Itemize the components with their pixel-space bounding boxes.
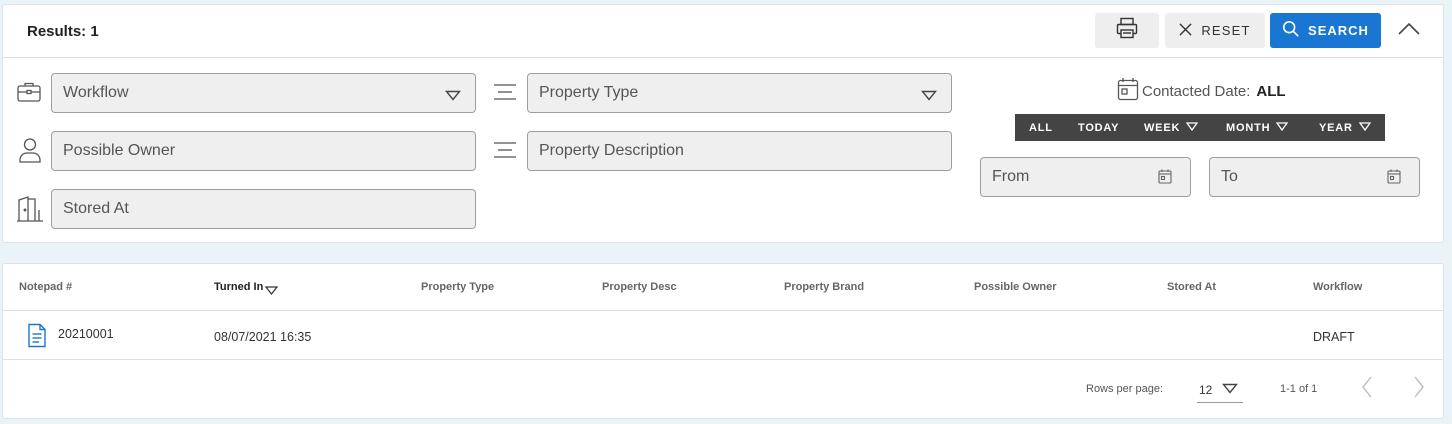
column-header-possible-owner[interactable]: Possible Owner xyxy=(974,281,1057,293)
date-range-tabs: ALL TODAY WEEK MONTH YEAR xyxy=(1015,114,1385,141)
results-table: Notepad # Turned In Property Type Proper… xyxy=(2,263,1444,419)
results-count: Results: 1 xyxy=(27,23,99,40)
print-button[interactable] xyxy=(1095,13,1159,48)
contacted-date-label: Contacted Date: ALL xyxy=(1117,77,1286,105)
column-header-property-type[interactable]: Property Type xyxy=(421,281,494,293)
calendar-icon xyxy=(1158,169,1172,189)
property-type-placeholder: Property Type xyxy=(539,84,639,101)
table-header: Notepad # Turned In Property Type Proper… xyxy=(3,264,1443,311)
briefcase-icon xyxy=(15,78,43,106)
calendar-icon xyxy=(1117,77,1139,105)
property-type-select[interactable]: Property Type xyxy=(527,73,952,113)
workflow-placeholder: Workflow xyxy=(63,84,129,101)
to-date-input[interactable]: To xyxy=(1209,157,1420,197)
chevron-right-icon xyxy=(1413,376,1425,403)
collapse-button[interactable] xyxy=(1395,17,1423,45)
column-header-property-brand[interactable]: Property Brand xyxy=(784,281,864,293)
cell-workflow: DRAFT xyxy=(1313,330,1355,344)
chevron-left-icon xyxy=(1361,376,1373,403)
column-header-turned-in[interactable]: Turned In xyxy=(214,281,279,298)
reset-label: RESET xyxy=(1201,23,1251,38)
rows-per-page-label: Rows per page: xyxy=(1086,383,1164,395)
caret-down-icon xyxy=(1185,122,1199,134)
contacted-date-value: ALL xyxy=(1256,82,1286,100)
door-icon xyxy=(16,195,44,223)
rows-per-page-value: 12 xyxy=(1199,382,1213,397)
document-icon[interactable] xyxy=(27,323,47,351)
column-header-property-desc[interactable]: Property Desc xyxy=(602,281,677,293)
search-button[interactable]: SEARCH xyxy=(1270,13,1381,48)
caret-down-icon xyxy=(921,88,937,106)
search-icon xyxy=(1282,20,1300,41)
column-header-stored-at[interactable]: Stored At xyxy=(1167,281,1216,293)
filter-panel: Results: 1 RESET SEARCH Workflow Propert… xyxy=(2,4,1444,243)
chevron-up-icon xyxy=(1397,22,1421,41)
contacted-date-text: Contacted Date: xyxy=(1142,82,1251,100)
caret-down-icon xyxy=(1222,383,1239,397)
caret-down-icon xyxy=(1276,122,1289,134)
search-label: SEARCH xyxy=(1308,23,1369,38)
next-page-button[interactable] xyxy=(1407,375,1431,403)
pagination: Rows per page: 12 1-1 of 1 xyxy=(3,360,1443,418)
page-range-label: 1-1 of 1 xyxy=(1280,383,1318,395)
caret-down-icon xyxy=(445,88,461,106)
previous-page-button[interactable] xyxy=(1355,375,1379,403)
column-header-notepad[interactable]: Notepad # xyxy=(19,281,72,293)
caret-down-icon xyxy=(265,286,279,298)
date-tab-year[interactable]: YEAR xyxy=(1319,122,1372,134)
close-icon xyxy=(1179,22,1192,39)
table-row[interactable]: 20210001 08/07/2021 16:35 DRAFT xyxy=(3,311,1443,360)
cell-turned-in: 08/07/2021 16:35 xyxy=(214,330,312,344)
property-description-input[interactable]: Property Description xyxy=(527,131,952,171)
column-header-workflow[interactable]: Workflow xyxy=(1313,281,1362,293)
date-tab-all[interactable]: ALL xyxy=(1029,122,1053,134)
printer-icon xyxy=(1115,16,1139,45)
stored-at-input[interactable]: Stored At xyxy=(51,189,476,229)
cell-notepad: 20210001 xyxy=(58,327,114,341)
date-tab-month[interactable]: MONTH xyxy=(1226,122,1289,134)
workflow-select[interactable]: Workflow xyxy=(51,73,476,113)
rows-per-page-select[interactable]: 12 xyxy=(1197,377,1243,403)
lines-icon xyxy=(491,78,519,106)
caret-down-icon xyxy=(1358,122,1372,134)
from-date-input[interactable]: From xyxy=(980,157,1191,197)
property-description-placeholder: Property Description xyxy=(539,142,684,159)
date-tab-today[interactable]: TODAY xyxy=(1078,122,1119,134)
possible-owner-input[interactable]: Possible Owner xyxy=(51,131,476,171)
stored-at-placeholder: Stored At xyxy=(63,200,129,217)
lines-icon xyxy=(491,136,519,164)
date-tab-week[interactable]: WEEK xyxy=(1144,122,1199,134)
calendar-icon xyxy=(1387,169,1401,189)
person-icon xyxy=(16,136,44,164)
possible-owner-placeholder: Possible Owner xyxy=(63,142,176,159)
reset-button[interactable]: RESET xyxy=(1165,13,1265,48)
results-header: Results: 1 RESET SEARCH xyxy=(3,5,1443,58)
